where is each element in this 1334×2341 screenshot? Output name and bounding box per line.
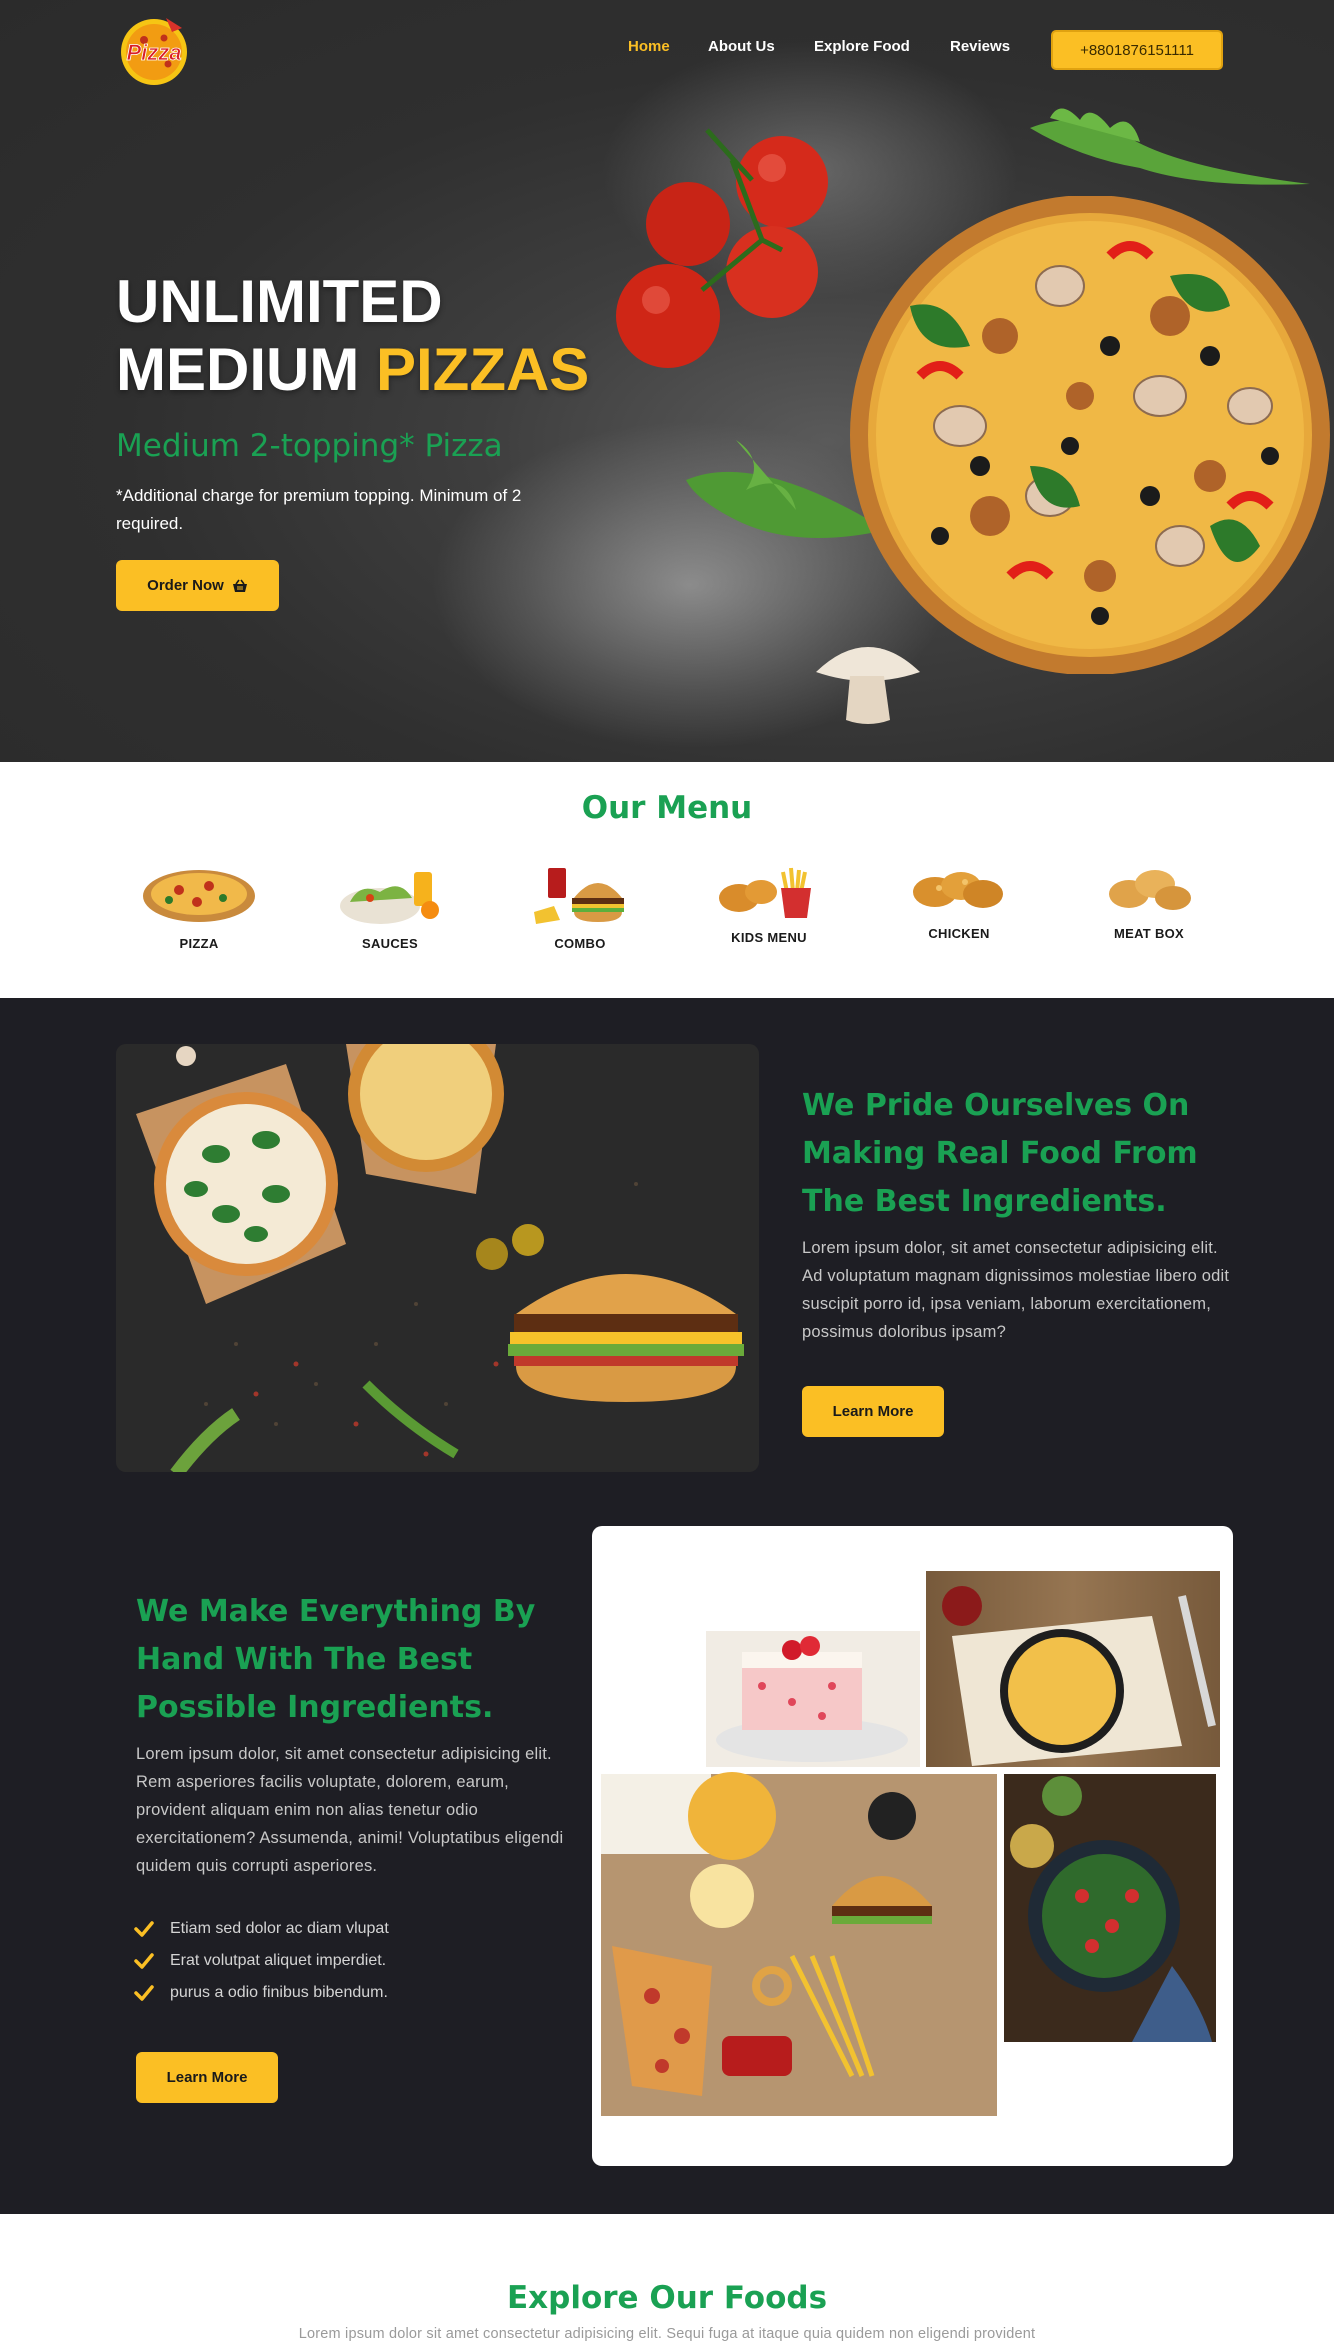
explore-section: Explore Our Foods Lorem ipsum dolor sit … [0, 2214, 1334, 2341]
hero-title-line-1: UNLIMITED [116, 268, 443, 335]
hero-note: *Additional charge for premium topping. … [116, 486, 522, 533]
salad-bowl-image [1004, 1774, 1216, 2042]
check-icon [134, 1985, 154, 2001]
menu-item-label: PIZZA [179, 936, 219, 951]
nav-home[interactable]: Home [628, 38, 670, 55]
nav-reviews[interactable]: Reviews [950, 38, 1010, 55]
pride-body: Lorem ipsum dolor, sit amet consectetur … [802, 1239, 1230, 1341]
menu-item-kids-menu[interactable]: KIDS MENU [694, 862, 844, 945]
tomatoes-image [616, 128, 828, 368]
omelette-image [926, 1571, 1220, 1767]
check-icon [134, 1953, 154, 1969]
pizza-icon [143, 870, 255, 922]
checklist-text: purus a odio finibus bibendum. [170, 1984, 388, 2001]
fast-food-image [601, 1772, 997, 2116]
brand-logo[interactable]: Pizza [116, 14, 192, 86]
meat-box-icon [1109, 870, 1191, 910]
menu-item-sauces[interactable]: SAUCES [315, 862, 465, 951]
checklist-item: Etiam sed dolor ac diam vlupat [134, 1913, 389, 1945]
arugula-leaf-image [1030, 108, 1310, 185]
order-now-button[interactable]: Order Now [116, 560, 279, 611]
chicken-icon [913, 872, 1003, 908]
hero-section: Pizza Home About Us Explore Food Reviews… [0, 0, 1334, 762]
cake-image [706, 1631, 920, 1767]
checklist-text: Etiam sed dolor ac diam vlupat [170, 1920, 389, 1937]
food-collage [592, 1526, 1233, 2166]
handmade-body: Lorem ipsum dolor, sit amet consectetur … [136, 1745, 564, 1875]
kids-menu-icon [719, 867, 811, 918]
phone-button[interactable]: +8801876151111 [1051, 30, 1223, 70]
nav-explore-food[interactable]: Explore Food [814, 38, 910, 55]
menu-item-pizza[interactable]: PIZZA [124, 862, 274, 951]
svg-text:Pizza: Pizza [126, 40, 181, 65]
menu-item-combo[interactable]: COMBO [505, 862, 655, 951]
basket-icon [232, 579, 247, 592]
combo-icon [534, 868, 624, 924]
hero-subtitle: Medium 2-topping* Pizza [116, 428, 503, 464]
pride-learn-more-button[interactable]: Learn More [802, 1386, 944, 1437]
menu-item-label: MEAT BOX [1113, 926, 1185, 941]
menu-item-label: CHICKEN [928, 926, 990, 941]
menu-item-meat-box[interactable]: MEAT BOX [1074, 862, 1224, 941]
hero-title: UNLIMITED MEDIUM PIZZAS [116, 268, 636, 404]
explore-title: Explore Our Foods [506, 2280, 828, 2316]
checklist-item: Erat volutpat aliquet imperdiet. [134, 1945, 389, 1977]
menu-item-label: SAUCES [362, 936, 418, 951]
sauces-icon [340, 872, 439, 924]
feature-checklist: Etiam sed dolor ac diam vlupat Erat volu… [134, 1913, 389, 2009]
checklist-text: Erat volutpat aliquet imperdiet. [170, 1952, 387, 1969]
menu-item-label: COMBO [554, 936, 606, 951]
check-icon [134, 1921, 154, 1937]
order-now-label: Order Now [147, 577, 224, 594]
explore-subtitle: Lorem ipsum dolor sit amet consectetur a… [298, 2326, 1036, 2341]
handmade-learn-more-button[interactable]: Learn More [136, 2052, 278, 2103]
hero-pizza-image [850, 196, 1330, 674]
hero-title-line-2: MEDIUM [116, 336, 360, 403]
our-menu-section: Our Menu PIZZA SAUCES COMBO KIDS MENU CH… [0, 762, 1334, 998]
menu-item-chicken[interactable]: CHICKEN [884, 862, 1034, 941]
menu-item-label: KIDS MENU [731, 930, 807, 945]
handmade-heading: We Make Everything By Hand With The Best… [136, 1594, 536, 1725]
about-section: We Pride Ourselves On Making Real Food F… [0, 998, 1334, 2214]
hero-title-accent: PIZZAS [375, 336, 590, 403]
pride-heading: We Pride Ourselves On Making Real Food F… [802, 1088, 1198, 1219]
checklist-item: purus a odio finibus bibendum. [134, 1977, 389, 2009]
mushroom-image [816, 647, 920, 724]
menu-title: Our Menu [581, 790, 753, 826]
pizza-burger-image [116, 1044, 759, 1472]
nav-about-us[interactable]: About Us [708, 38, 775, 55]
